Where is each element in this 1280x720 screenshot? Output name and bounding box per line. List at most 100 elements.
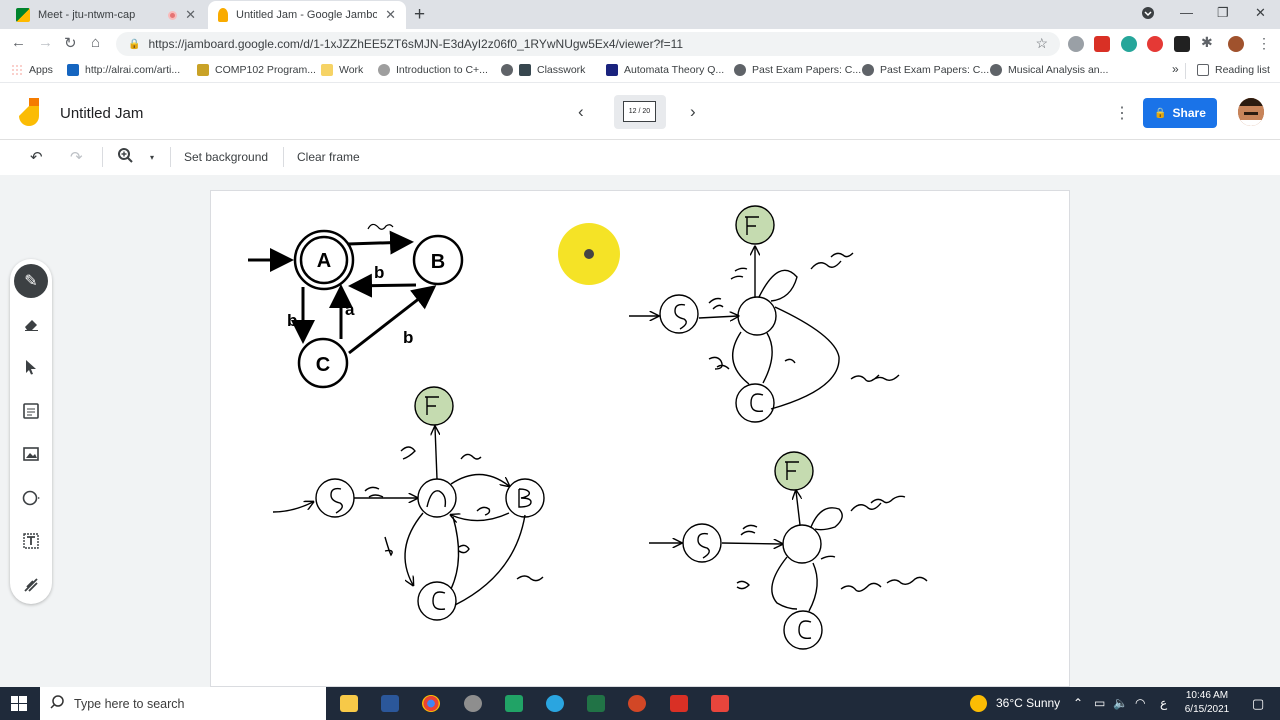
- bookmark-star-icon[interactable]: ☆: [1035, 35, 1048, 52]
- extensions-puzzle-icon[interactable]: ✱: [1201, 34, 1217, 50]
- handwritten-nfa-bottom-left: [272, 386, 545, 621]
- select-tool-icon[interactable]: [14, 350, 48, 384]
- jam-frame[interactable]: A B C b a b b: [210, 190, 1070, 687]
- laser-pointer: [558, 223, 620, 285]
- undo-icon[interactable]: ↶: [30, 148, 43, 166]
- text-box-tool-icon[interactable]: [14, 524, 48, 558]
- pen-tool-icon[interactable]: ✎: [14, 264, 48, 298]
- bookmark-musical[interactable]: Musical Analysis an...: [990, 64, 1108, 76]
- new-tab-button[interactable]: +: [414, 4, 425, 26]
- bookmark-classwork[interactable]: Classwork: [501, 64, 585, 76]
- profile-avatar[interactable]: [1228, 36, 1244, 52]
- battery-icon[interactable]: ▭: [1094, 696, 1105, 710]
- bookmark-label: http://alrai.com/arti...: [85, 64, 181, 76]
- word-icon[interactable]: [381, 695, 399, 712]
- more-options-icon[interactable]: ⋮: [1114, 103, 1130, 123]
- language-indicator[interactable]: ع: [1160, 696, 1167, 710]
- notifications-icon[interactable]: ▢: [1252, 696, 1264, 712]
- weather-text[interactable]: 36°C Sunny: [996, 696, 1060, 710]
- powerpoint-icon[interactable]: [628, 695, 646, 712]
- chrome-taskbar-icon[interactable]: [422, 695, 440, 712]
- chrome-menu-icon[interactable]: ⋮: [1257, 35, 1271, 52]
- jamboard-header: Untitled Jam ‹ 12 / 20 › ⋮ 🔒 Share: [0, 84, 1280, 140]
- telegram-icon[interactable]: [546, 695, 564, 712]
- windows-taskbar: Type here to search 36°C Sunny ⌃ ▭ 🔈 ◠ ع…: [0, 687, 1280, 720]
- extension-globe-icon[interactable]: [1068, 36, 1084, 52]
- eraser-tool-icon[interactable]: [14, 307, 48, 341]
- bookmark-label: Work: [339, 64, 364, 76]
- address-bar[interactable]: 🔒 https://jamboard.google.com/d/1-1xJZZh…: [116, 32, 1060, 56]
- bookmark-alrai[interactable]: http://alrai.com/arti...: [67, 64, 180, 76]
- tab-search-icon[interactable]: [1142, 7, 1154, 22]
- next-frame-icon[interactable]: ›: [690, 102, 696, 122]
- close-tab-icon[interactable]: ✕: [185, 7, 196, 23]
- share-button[interactable]: 🔒 Share: [1143, 98, 1217, 128]
- more-bookmarks-button[interactable]: »: [1172, 62, 1179, 76]
- camtasia-icon[interactable]: [505, 695, 523, 712]
- redo-icon[interactable]: ↷: [70, 148, 83, 166]
- extension-downloader-icon[interactable]: [1174, 36, 1190, 52]
- close-tab-icon[interactable]: ✕: [385, 7, 396, 23]
- bookmark-automata[interactable]: Automata Theory Q...: [606, 64, 724, 76]
- maximize-button[interactable]: ❐: [1217, 5, 1229, 21]
- windows-start-icon[interactable]: [11, 696, 27, 711]
- jamboard-logo-icon: [19, 98, 39, 126]
- bookmark-label: Automata Theory Q...: [624, 64, 725, 76]
- bookmark-apps[interactable]: Apps: [11, 64, 53, 76]
- frame-bar-toggle[interactable]: 12 / 20: [614, 95, 666, 129]
- bookmark-past-exam-1[interactable]: Past Exam Papers: C...: [734, 64, 861, 76]
- clock-time: 10:46 AM: [1185, 690, 1229, 701]
- volume-icon[interactable]: 🔈: [1113, 696, 1128, 710]
- jam-title[interactable]: Untitled Jam: [60, 105, 143, 122]
- close-window-button[interactable]: ✕: [1255, 5, 1266, 21]
- avatar[interactable]: [1238, 98, 1264, 126]
- automata-icon: [606, 64, 618, 76]
- back-arrow-icon[interactable]: ←: [11, 34, 26, 51]
- forward-arrow-icon[interactable]: →: [38, 34, 53, 51]
- tab-meet[interactable]: Meet - jtu-ntwm-cap ✕: [6, 1, 206, 29]
- extension-play-icon[interactable]: [1147, 36, 1163, 52]
- bookmark-label: Classwork: [537, 64, 586, 76]
- file-explorer-icon[interactable]: [340, 695, 358, 712]
- minimize-button[interactable]: —: [1180, 5, 1193, 20]
- globe-icon: [862, 64, 874, 76]
- zoom-icon[interactable]: [118, 148, 133, 167]
- laser-tool-icon[interactable]: [14, 568, 48, 602]
- wifi-icon[interactable]: ◠: [1135, 696, 1145, 710]
- clock[interactable]: 10:46 AM 6/15/2021: [1182, 689, 1232, 717]
- tab-jamboard[interactable]: Untitled Jam - Google Jamboard ✕: [208, 1, 406, 29]
- handwritten-nfa-bottom-right: [649, 451, 928, 650]
- bookmark-label: Past Exam Papers: C...: [752, 64, 862, 76]
- set-background-button[interactable]: Set background: [184, 150, 268, 164]
- reload-icon[interactable]: ↻: [64, 34, 77, 52]
- cpp-icon: [378, 64, 390, 76]
- acrobat-icon[interactable]: [670, 695, 688, 712]
- image-tool-icon[interactable]: [14, 437, 48, 471]
- zoom-dropdown-icon[interactable]: ▾: [150, 153, 154, 162]
- globe-icon: [990, 64, 1002, 76]
- bookmark-comp102[interactable]: COMP102 Program...: [197, 64, 316, 76]
- tray-chevron-icon[interactable]: ⌃: [1073, 696, 1083, 710]
- home-icon[interactable]: ⌂: [91, 34, 100, 51]
- bookmark-work[interactable]: Work: [321, 64, 363, 76]
- toolbar-divider: [102, 147, 103, 167]
- extension-teal-icon[interactable]: [1121, 36, 1137, 52]
- folder-icon: [321, 64, 333, 76]
- state-b-label: B: [431, 251, 445, 273]
- taskbar-search-box[interactable]: Type here to search: [40, 687, 326, 720]
- screen-recorder-icon[interactable]: [711, 695, 729, 712]
- clear-frame-button[interactable]: Clear frame: [297, 150, 360, 164]
- globe-icon: [501, 64, 513, 76]
- reading-list-button[interactable]: Reading list: [1197, 64, 1270, 76]
- shape-tool-icon[interactable]: [14, 481, 48, 515]
- bookmark-label: Introduction to C+...: [396, 64, 488, 76]
- bookmark-past-exam-2[interactable]: Past Exam Papers: C...: [862, 64, 989, 76]
- app-icon[interactable]: [464, 695, 482, 712]
- excel-icon[interactable]: [587, 695, 605, 712]
- extension-pdf-icon[interactable]: [1094, 36, 1110, 52]
- drawing-canvas[interactable]: A B C b a b b: [211, 191, 1071, 688]
- previous-frame-icon[interactable]: ‹: [578, 102, 584, 122]
- sun-weather-icon[interactable]: [970, 695, 987, 712]
- bookmark-cpp[interactable]: Introduction to C+...: [378, 64, 488, 76]
- sticky-note-tool-icon[interactable]: [14, 394, 48, 428]
